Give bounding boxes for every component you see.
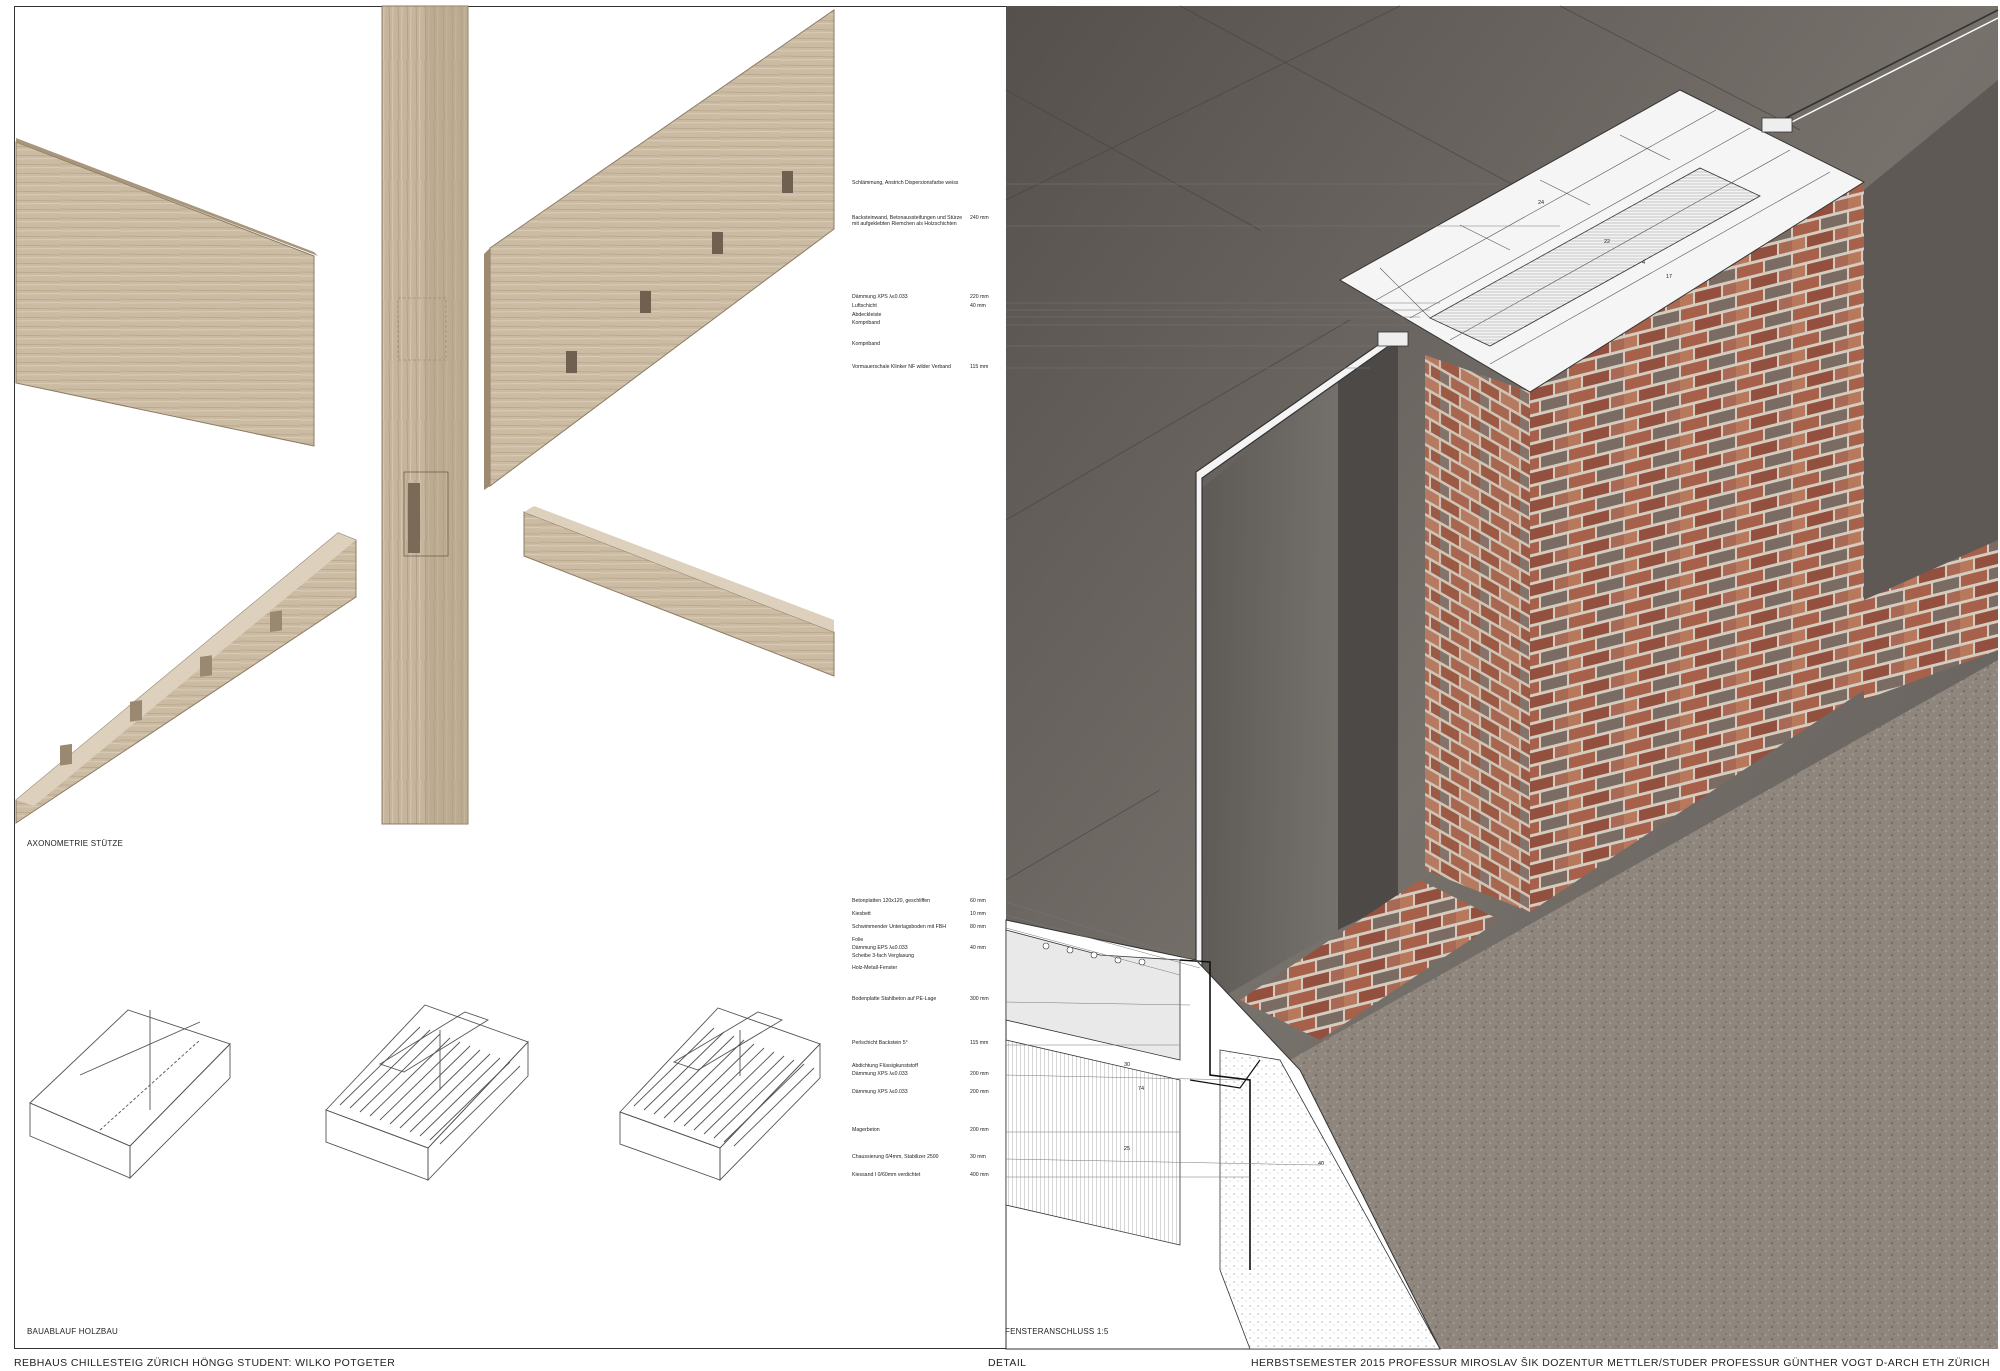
dimension-label: 17 bbox=[1666, 274, 1672, 280]
timber-axonometry bbox=[15, 5, 835, 825]
annotation-value: 30 mm bbox=[970, 1154, 986, 1160]
footer-project: REBHAUS CHILLESTEIG ZÜRICH HÖNGG STUDENT… bbox=[14, 1357, 396, 1369]
caption-axonometry: AXONOMETRIE STÜTZE bbox=[27, 839, 124, 848]
mortise-notch bbox=[640, 291, 651, 313]
annotation-value: 80 mm bbox=[970, 924, 986, 930]
annotation-label: Kiessand I 0/60mm verdichtet bbox=[852, 1172, 921, 1178]
annotation-label: mit aufgeklebten Riemchen als Holzschich… bbox=[852, 221, 957, 227]
wall-panel-right bbox=[489, 9, 835, 487]
annotation-label: Kompriband bbox=[852, 320, 880, 326]
wall-panel-left bbox=[15, 141, 315, 447]
annotation-label: Dämmung XPS λ≤0.033 bbox=[852, 1071, 908, 1077]
annotation-value: 115 mm bbox=[970, 364, 989, 370]
annotation-value: 300 mm bbox=[970, 996, 989, 1002]
annotation-label: Schlämmung, Anstrich Dispersionsfarbe we… bbox=[852, 180, 959, 186]
annotation-label: Holz-Metall-Fenster bbox=[852, 965, 898, 971]
annotation-label: Chaussierung 0/4mm, Stabilizer 2500 bbox=[852, 1154, 939, 1160]
annotation-label: Scheibe 3-fach Verglasung bbox=[852, 953, 915, 959]
annotation-value: 220 mm bbox=[970, 294, 989, 300]
dimension-label: 40 bbox=[1318, 1161, 1324, 1167]
sequence-step-2 bbox=[325, 1004, 529, 1182]
annotation-value: 400 mm bbox=[970, 1172, 989, 1178]
annotation-value: 200 mm bbox=[970, 1127, 989, 1133]
dimension-label: 30 bbox=[1124, 1062, 1130, 1068]
annotation-label: Abdeckleiste bbox=[852, 312, 882, 318]
beam-lower-right bbox=[523, 511, 835, 677]
annotation-label: Luftschicht bbox=[852, 303, 877, 309]
annotation-value: 240 mm bbox=[970, 215, 989, 221]
annotation-label: Bodenplatte Stahlbeton auf PE-Lage bbox=[852, 996, 937, 1002]
dimension-label: 4 bbox=[1642, 260, 1645, 266]
annotation-label: Magerbeton bbox=[852, 1127, 880, 1133]
annotation-label: Dämmung EPS λ≤0.033 bbox=[852, 945, 908, 951]
annotation-value: 200 mm bbox=[970, 1071, 989, 1077]
window-detail-render bbox=[1005, 5, 1999, 1350]
mortise-notch bbox=[782, 171, 793, 193]
sequence-step-1 bbox=[29, 1009, 231, 1180]
footer-title: DETAIL bbox=[988, 1357, 1027, 1369]
dimension-label: 22 bbox=[1604, 239, 1610, 245]
annotation-label: Dämmung XPS λ≤0.033 bbox=[852, 1089, 908, 1095]
mortise-notch bbox=[566, 351, 577, 373]
annotation-value: 60 mm bbox=[970, 898, 986, 904]
annotation-value: 10 mm bbox=[970, 911, 986, 917]
annotation-label: Perlschicht Backstein 5° bbox=[852, 1040, 908, 1046]
annotation-label: Folie bbox=[852, 937, 864, 943]
annotation-label: Vormauerschale Klinker NF wilder Verband bbox=[852, 364, 951, 370]
dimension-label: 74 bbox=[1138, 1086, 1144, 1092]
brick-pier-front bbox=[1425, 355, 1530, 912]
annotation-label: Kompriband bbox=[852, 341, 880, 347]
sequence-step-3 bbox=[619, 1007, 821, 1182]
annotation-value: 115 mm bbox=[970, 1040, 989, 1046]
annotation-label: Dämmung XPS λ≤0.033 bbox=[852, 294, 908, 300]
annotation-value: 200 mm bbox=[970, 1089, 989, 1095]
dimension-label: 25 bbox=[1124, 1146, 1130, 1152]
annotation-label: Betonplatten 120x120, geschliffen bbox=[852, 898, 931, 904]
annotation-label: Schwimmender Unterlagsboden mit FBH bbox=[852, 924, 946, 930]
drawing-canvas: 24 22 17 4 30 74 25 40 bbox=[15, 5, 1999, 1350]
footer-credits: HERBSTSEMESTER 2015 PROFESSUR MIROSLAV Š… bbox=[1251, 1357, 1990, 1369]
annotation-label: Abdichtung Flüssigkunststoff bbox=[852, 1063, 918, 1069]
caption-construction-sequence: BAUABLAUF HOLZBAU bbox=[27, 1327, 118, 1336]
annotation-value: 40 mm bbox=[970, 303, 986, 309]
dimension-label: 24 bbox=[1538, 200, 1544, 206]
caption-window-detail: FENSTERANSCHLUSS 1:5 bbox=[1005, 1327, 1109, 1336]
annotation-value: 40 mm bbox=[970, 945, 986, 951]
construction-sequence bbox=[29, 1004, 821, 1182]
annotation-label: Kiesbett bbox=[852, 911, 871, 917]
mortise-notch bbox=[712, 232, 723, 254]
